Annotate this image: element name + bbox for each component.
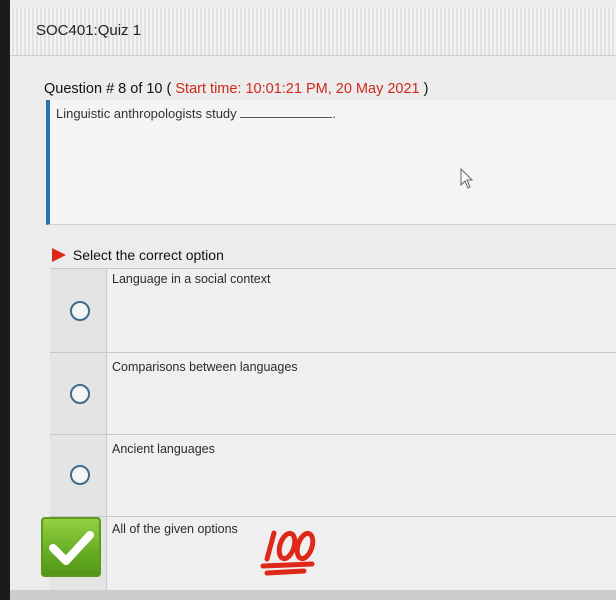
option-label: All of the given options	[112, 522, 238, 536]
instruction-text: Select the correct option	[72, 247, 224, 263]
radio-cell	[50, 353, 107, 434]
start-time: Start time: 10:01:21 PM, 20 May 2021	[175, 81, 420, 97]
question-heading: Question # 8 of 10 ( Start time: 10:01:2…	[44, 81, 428, 97]
option-row[interactable]: Comparisons between languages	[50, 352, 616, 434]
monitor-bezel	[0, 0, 10, 600]
question-text: Linguistic anthropologists study	[56, 106, 237, 121]
quiz-header: SOC401:Quiz 1	[10, 8, 616, 56]
option-label: Ancient languages	[112, 442, 215, 456]
option-row[interactable]: Language in a social context	[50, 268, 616, 352]
radio-cell	[50, 435, 107, 516]
mouse-cursor-icon	[460, 168, 474, 189]
radio-button[interactable]	[70, 301, 90, 321]
question-number: Question # 8 of 10 (	[44, 81, 172, 97]
option-label: Comparisons between languages	[112, 360, 298, 374]
radio-button[interactable]	[70, 384, 90, 404]
screen-bottom-edge	[10, 590, 616, 600]
quiz-screen: SOC401:Quiz 1 Question # 8 of 10 ( Start…	[10, 0, 616, 600]
option-label: Language in a social context	[112, 272, 271, 286]
question-box: Linguistic anthropologists study .	[46, 100, 616, 225]
instruction-row: Select the correct option	[52, 247, 224, 265]
option-row-selected[interactable]: All of the given options	[50, 516, 616, 592]
option-row[interactable]: Ancient languages	[50, 434, 616, 516]
green-checkmark-icon	[41, 517, 101, 577]
quiz-title: SOC401:Quiz 1	[36, 22, 142, 39]
radio-button[interactable]	[70, 465, 90, 485]
hundred-points-emoji-icon	[260, 530, 316, 576]
question-heading-close: )	[423, 81, 429, 97]
answer-blank	[240, 106, 333, 118]
radio-cell	[50, 269, 107, 352]
question-period: .	[332, 106, 336, 121]
question-text-line: Linguistic anthropologists study .	[56, 106, 336, 121]
red-flag-icon	[52, 248, 66, 262]
